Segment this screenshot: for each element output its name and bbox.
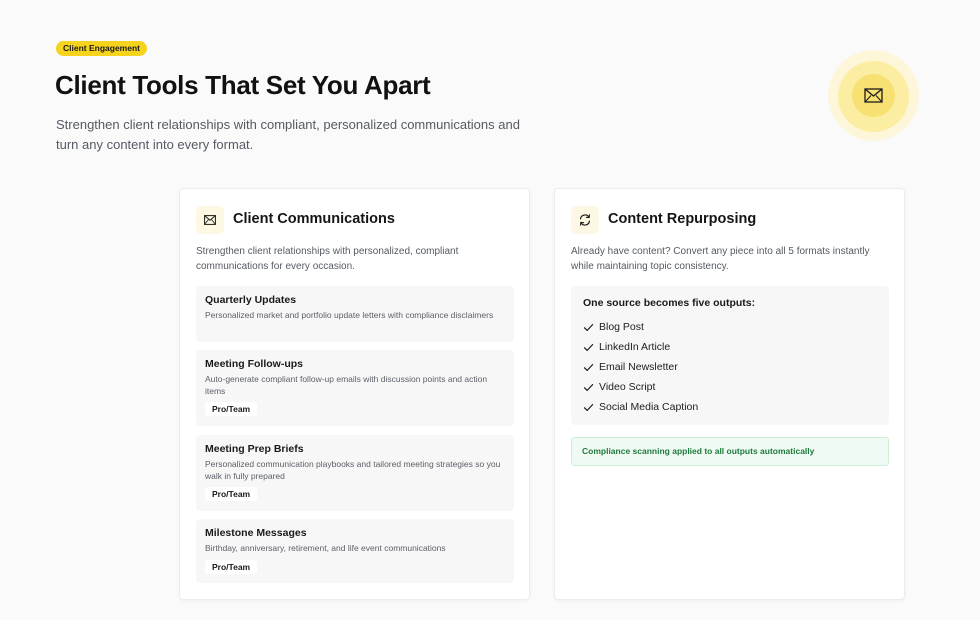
page-title: Client Tools That Set You Apart — [55, 70, 431, 100]
output-item-blog-post: Blog Post — [583, 317, 877, 337]
refresh-icon — [579, 214, 591, 226]
feature-quarterly-updates[interactable]: Quarterly Updates Personalized market an… — [196, 286, 514, 342]
feature-description: Personalized communication playbooks and… — [205, 459, 501, 481]
pro-team-tag: Pro/Team — [205, 559, 258, 574]
client-communications-card: Client Communications Strengthen client … — [179, 188, 530, 600]
output-label: Social Media Caption — [599, 401, 699, 413]
check-icon — [583, 403, 594, 411]
output-label: Email Newsletter — [599, 361, 678, 373]
feature-title: Meeting Follow-ups — [205, 358, 303, 370]
feature-description: Personalized market and portfolio update… — [205, 310, 494, 320]
feature-description: Birthday, anniversary, retirement, and l… — [205, 543, 446, 553]
section-badge: Client Engagement — [56, 41, 147, 56]
check-icon — [583, 323, 594, 331]
envelope-icon — [204, 215, 216, 225]
card-description: Already have content? Convert any piece … — [571, 246, 870, 272]
card-icon-badge — [196, 206, 224, 234]
check-icon — [583, 363, 594, 371]
output-label: LinkedIn Article — [599, 341, 671, 353]
feature-meeting-prep-briefs[interactable]: Meeting Prep Briefs Personalized communi… — [196, 435, 514, 511]
card-description: Strengthen client relationships with per… — [196, 246, 459, 272]
output-label: Blog Post — [599, 321, 644, 333]
page-subtitle: Strengthen client relationships with com… — [56, 117, 520, 152]
output-label: Video Script — [599, 381, 656, 393]
check-icon — [583, 343, 594, 351]
output-item-linkedin-article: LinkedIn Article — [583, 337, 877, 357]
outputs-list-box: One source becomes five outputs: Blog Po… — [571, 286, 889, 425]
card-icon-badge — [571, 206, 599, 234]
feature-meeting-follow-ups[interactable]: Meeting Follow-ups Auto-generate complia… — [196, 350, 514, 426]
feature-description: Auto-generate compliant follow-up emails… — [205, 374, 488, 396]
page: Client Engagement Client Tools That Set … — [0, 0, 980, 620]
feature-title: Meeting Prep Briefs — [205, 443, 304, 455]
compliance-notice: Compliance scanning applied to all outpu… — [571, 437, 889, 466]
feature-title: Milestone Messages — [205, 527, 307, 539]
feature-milestone-messages[interactable]: Milestone Messages Birthday, anniversary… — [196, 519, 514, 583]
content-repurposing-card: Content Repurposing Already have content… — [554, 188, 905, 600]
output-item-video-script: Video Script — [583, 377, 877, 397]
pro-team-tag: Pro/Team — [205, 402, 258, 416]
outputs-title: One source becomes five outputs: — [583, 297, 756, 309]
pro-team-tag: Pro/Team — [205, 487, 258, 501]
hero-envelope-badge — [852, 74, 895, 117]
output-item-email-newsletter: Email Newsletter — [583, 357, 877, 377]
check-icon — [583, 383, 594, 391]
envelope-icon — [864, 88, 883, 103]
card-title: Content Repurposing — [608, 211, 757, 227]
feature-title: Quarterly Updates — [205, 294, 297, 306]
card-title: Client Communications — [233, 211, 395, 227]
output-item-social-media-caption: Social Media Caption — [583, 397, 877, 417]
